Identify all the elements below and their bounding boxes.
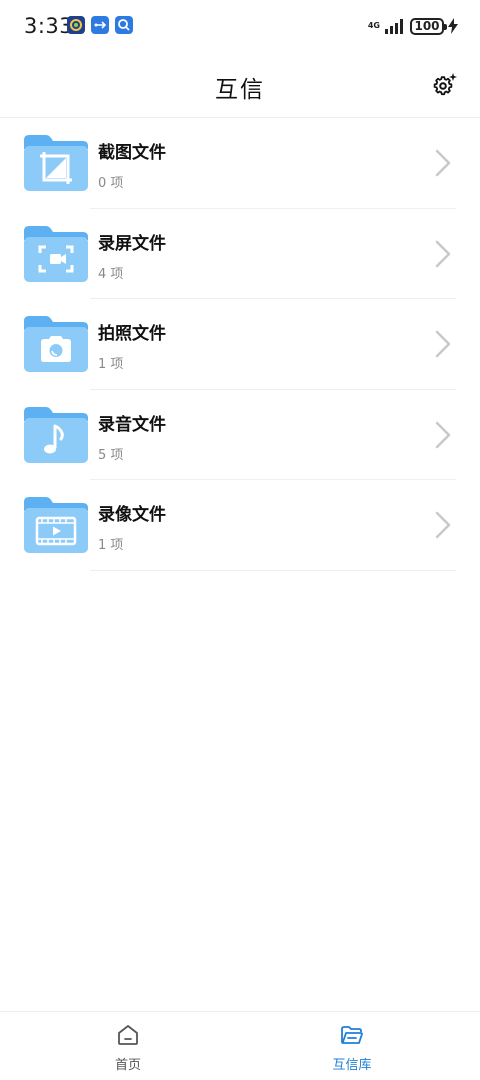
folder-count: 0 项 [98,176,124,191]
camera-icon [24,316,88,372]
battery-indicator: 100 [410,17,447,35]
network-type: 4G [367,21,380,30]
folder-item-screenshots[interactable]: 截图文件 0 项 [0,118,480,209]
folder-item-audio[interactable]: 录音文件 5 项 [0,390,480,480]
folder-item-videos[interactable]: 录像文件 1 项 [0,480,480,571]
bottom-nav: 首页 互信库 [0,1011,480,1080]
folder-name: 拍照文件 [98,324,166,344]
tab-home-label: 首页 [114,1058,141,1073]
folder-name: 截图文件 [98,143,166,163]
status-indicators: 4G 100 [368,16,458,36]
folder-name: 录屏文件 [98,233,166,254]
folder-item-photos[interactable]: 拍照文件 1 项 [0,299,480,390]
folder-count: 5 项 [98,447,124,463]
divider [90,569,456,571]
folder-count: 1 项 [98,357,124,372]
app-header: 互信 [0,52,480,118]
chevron-right-icon [435,149,451,177]
folder-list: 截图文件 0 项 录屏文件 4 项 拍照文件 1 项 录音文件 5 项 录像文件… [0,118,480,571]
folder-count: 4 项 [98,266,124,282]
signal-icon [385,19,403,34]
music-note-icon [24,406,88,463]
page-title: 互信 [215,77,265,103]
settings-button[interactable] [432,72,458,98]
status-time: 3:33 [24,14,74,38]
folder-name: 录像文件 [98,505,166,525]
tab-home[interactable]: 首页 [8,1012,248,1080]
chevron-right-icon [435,330,451,358]
folder-name: 录音文件 [98,414,166,435]
screen-record-icon [24,225,88,282]
charging-icon [448,18,458,34]
tab-library-label: 互信库 [332,1058,372,1073]
folder-item-screen-recordings[interactable]: 录屏文件 4 项 [0,209,480,299]
search-app-icon [115,16,133,34]
chevron-right-icon [435,240,451,267]
chevron-right-icon [435,511,451,539]
status-bar: 3:33 4G 100 [0,0,480,52]
home-icon [118,1025,138,1045]
tab-library[interactable]: 互信库 [232,1012,472,1080]
crop-icon [24,135,88,191]
chevron-right-icon [435,421,451,448]
folder-open-icon [341,1026,363,1044]
usb-icon [91,16,109,34]
app-notification-icon [67,16,85,34]
video-icon [24,497,88,553]
folder-count: 1 项 [98,538,124,553]
gear-sparkle-icon [433,73,457,96]
